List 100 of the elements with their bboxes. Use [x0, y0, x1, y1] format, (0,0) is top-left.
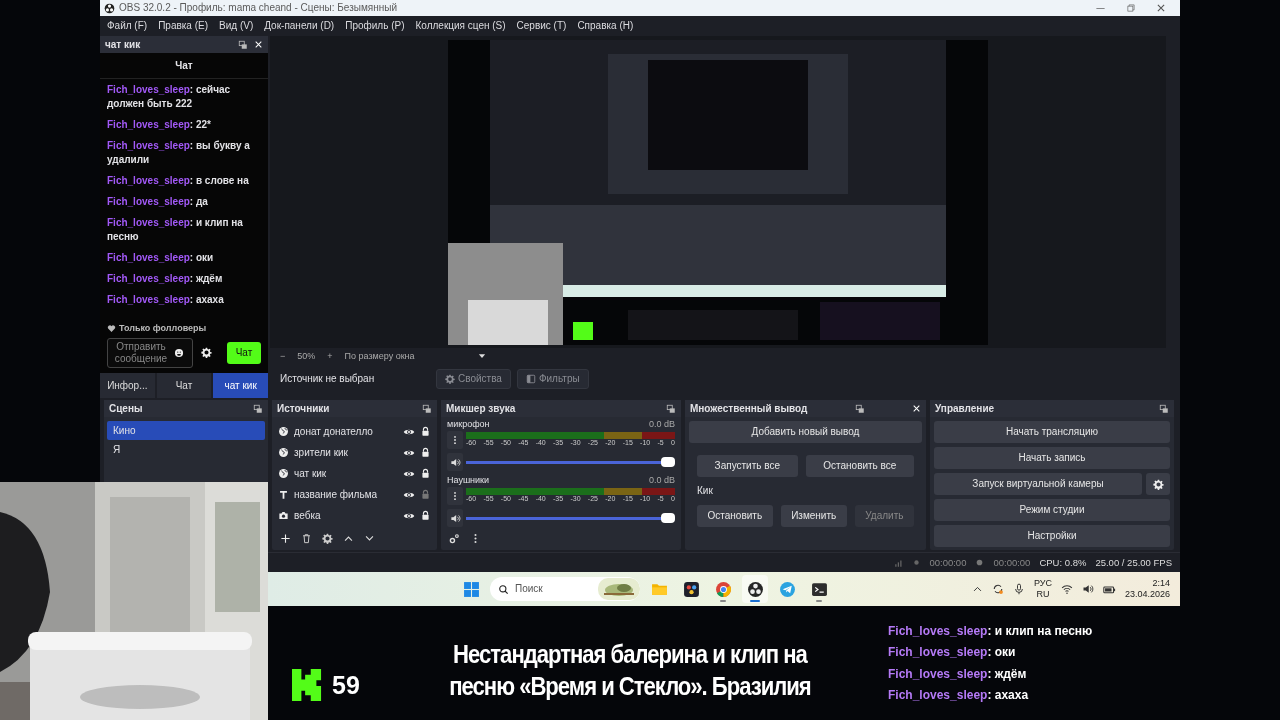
channel-name: микрофон: [447, 419, 490, 431]
microphone-icon[interactable]: [1012, 583, 1025, 595]
lock-icon[interactable]: [420, 426, 431, 437]
zoom-in-button[interactable]: +: [327, 350, 333, 362]
fader-handle[interactable]: [661, 512, 675, 523]
float-icon[interactable]: [666, 403, 676, 414]
globe-icon: [278, 426, 289, 437]
stream-time: 00:00:00: [929, 556, 967, 569]
chat-message: Fich_loves_sleep: ахаха: [107, 293, 225, 307]
wifi-icon[interactable]: [1060, 583, 1073, 595]
virtual-camera-button[interactable]: Запуск виртуальной камеры: [934, 473, 1142, 495]
float-icon[interactable]: [238, 39, 248, 50]
close-icon[interactable]: [1156, 3, 1166, 13]
dock-title: Микшер звука: [446, 402, 516, 415]
float-icon[interactable]: [253, 403, 263, 414]
lock-icon[interactable]: [420, 510, 431, 521]
control-button[interactable]: Режим студии: [934, 499, 1170, 521]
sync-icon[interactable]: [991, 583, 1004, 595]
start-all-button[interactable]: Запустить все: [697, 455, 798, 477]
chat-message: Fich_loves_sleep: 22*: [107, 118, 212, 132]
output-name: Кик: [696, 485, 714, 497]
settings-icon[interactable]: [201, 347, 212, 358]
clock-time[interactable]: 2:14: [1152, 578, 1170, 589]
stop-all-button[interactable]: Остановить все: [805, 455, 914, 477]
running-indicator: [750, 600, 760, 602]
settings-icon[interactable]: [322, 533, 333, 544]
search-box[interactable]: Поиск: [490, 577, 640, 601]
fader-track[interactable]: [466, 516, 675, 520]
chat-message: Fich_loves_sleep: в слове на: [107, 174, 250, 188]
move-up-icon[interactable]: [343, 533, 354, 544]
zoom-level: 50%: [297, 350, 316, 362]
running-indicator: [720, 600, 726, 602]
language-indicator[interactable]: RU: [1036, 589, 1050, 600]
terminal-icon: [810, 580, 828, 598]
send-button[interactable]: Чат: [227, 341, 261, 364]
delete-icon[interactable]: [301, 533, 312, 544]
dock-title: Сцены: [109, 402, 143, 415]
menu-item[interactable]: Файл (F): [107, 20, 148, 32]
scene-item[interactable]: Я: [107, 440, 265, 459]
virtual-camera-settings-button[interactable]: [1146, 473, 1170, 495]
output-action-button[interactable]: Остановить: [697, 505, 773, 527]
fader-handle[interactable]: [661, 456, 675, 467]
volume-icon[interactable]: [1081, 583, 1094, 595]
lock-icon[interactable]: [420, 468, 431, 479]
channel-menu-button[interactable]: [447, 487, 463, 505]
menu-item[interactable]: Док-панели (D): [264, 20, 335, 32]
chat-message: Fich_loves_sleep: оки: [888, 645, 1017, 660]
zoom-out-button[interactable]: −: [280, 350, 286, 362]
dock-tab[interactable]: чат кик: [213, 373, 268, 398]
record-time: 00:00:00: [993, 556, 1031, 569]
control-button[interactable]: Настройки: [934, 525, 1170, 547]
clock-date[interactable]: 23.04.2026: [1124, 589, 1170, 600]
message-field[interactable]: Отправить сообщение: [107, 337, 193, 368]
taskbar-app[interactable]: [742, 575, 768, 603]
menu-item[interactable]: Сервис (T): [516, 20, 567, 32]
mute-button[interactable]: [447, 453, 463, 471]
chat-header: Чат: [100, 53, 268, 79]
emoji-icon[interactable]: [174, 347, 184, 358]
menu-item[interactable]: Коллекция сцен (S): [415, 20, 506, 32]
control-button[interactable]: Начать запись: [934, 447, 1170, 469]
menu-item[interactable]: Профиль (P): [345, 20, 405, 32]
lock-icon[interactable]: [420, 447, 431, 458]
window-title: OBS 32.0.2 - Профиль: mama cheand - Сцены: Безымянный: [119, 2, 398, 14]
chat-message: Fich_loves_sleep: ахаха: [888, 688, 1030, 703]
add-output-button[interactable]: Добавить новый вывод: [689, 421, 922, 443]
stream-status-icon: [913, 559, 921, 566]
scene-item[interactable]: Кино: [107, 421, 265, 440]
source-name[interactable]: вебка: [294, 509, 398, 522]
maximize-icon[interactable]: [1126, 3, 1136, 13]
dock-tab[interactable]: Чат: [156, 373, 212, 398]
control-button[interactable]: Начать трансляцию: [934, 421, 1170, 443]
menu-item[interactable]: Вид (V): [219, 20, 254, 32]
dock-title: чат кик: [105, 38, 141, 51]
fader-track[interactable]: [466, 460, 675, 464]
dock-tab[interactable]: Инфор...: [100, 373, 155, 398]
globe-icon: [278, 447, 289, 458]
channel-menu-button[interactable]: [447, 431, 463, 449]
camera-icon: [278, 510, 289, 521]
mute-button[interactable]: [447, 509, 463, 527]
advanced-settings-icon[interactable]: [449, 533, 460, 544]
source-name[interactable]: чат кик: [294, 467, 398, 480]
scale-mode-dropdown[interactable]: По размеру окна: [344, 350, 465, 362]
stream-title: Нестандартная балерина и клип на песню «Время и Стекло». Бразилия: [448, 638, 812, 702]
running-indicator: [816, 600, 822, 602]
language-indicator[interactable]: РУС: [1033, 578, 1052, 589]
menu-item[interactable]: Правка (E): [158, 20, 209, 32]
float-icon[interactable]: [422, 403, 432, 414]
output-action-button[interactable]: Изменить: [780, 505, 847, 527]
search-field[interactable]: Поиск: [513, 582, 593, 596]
source-name[interactable]: название фильма: [294, 488, 398, 501]
dock-title: Управление: [935, 402, 995, 415]
add-icon[interactable]: [280, 533, 291, 544]
float-icon[interactable]: [854, 403, 865, 414]
menu-item[interactable]: Справка (H): [577, 20, 634, 32]
source-name[interactable]: зрители кик: [294, 446, 398, 459]
source-name[interactable]: донат донателло: [294, 425, 398, 438]
move-down-icon[interactable]: [364, 533, 375, 544]
chat-message: Fich_loves_sleep: ждём: [888, 666, 1028, 682]
chat-message: Fich_loves_sleep: вы букву а удалили: [107, 139, 251, 167]
float-icon[interactable]: [1159, 403, 1169, 414]
